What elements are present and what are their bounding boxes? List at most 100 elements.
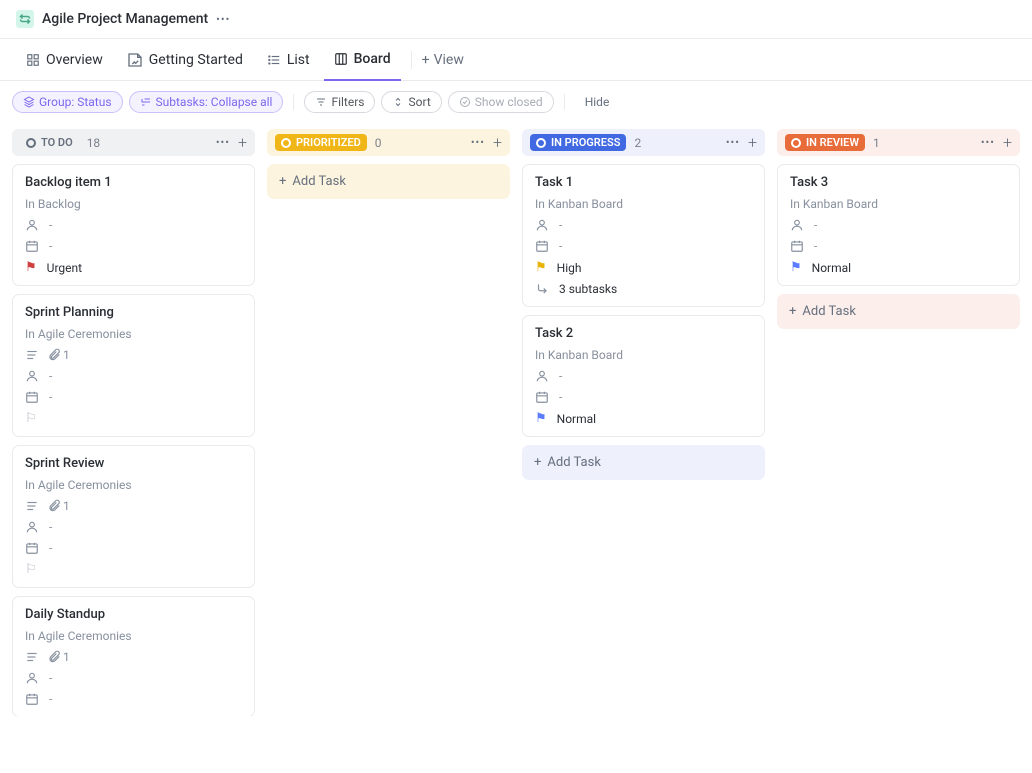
- task-card[interactable]: Daily Standup In Agile Ceremonies 1 - -: [12, 596, 255, 716]
- card-location: In Agile Ceremonies: [25, 629, 242, 643]
- calendar-icon: [790, 239, 804, 253]
- column-header[interactable]: PRIORITIZED 0 ••• +: [267, 129, 510, 156]
- sort-label: Sort: [408, 95, 430, 109]
- column-count: 1: [873, 136, 880, 150]
- view-tabs: Overview Getting Started List Board + Vi…: [0, 39, 1032, 81]
- column-todo: TO DO 18 ••• + Backlog item 1 In Backlog…: [12, 129, 255, 750]
- description-icon: [25, 499, 39, 513]
- flag-icon: ⚑: [25, 260, 37, 275]
- column-header[interactable]: IN REVIEW 1 ••• +: [777, 129, 1020, 156]
- card-location: In Kanban Board: [535, 348, 752, 362]
- tab-getting-started[interactable]: Getting Started: [117, 39, 253, 81]
- plus-icon: +: [534, 455, 541, 470]
- column-header[interactable]: TO DO 18 ••• +: [12, 129, 255, 156]
- group-label: Group: Status: [39, 95, 112, 109]
- tab-overview[interactable]: Overview: [16, 39, 113, 81]
- card-location: In Kanban Board: [535, 197, 752, 211]
- status-label: IN REVIEW: [806, 136, 859, 149]
- card-location: In Backlog: [25, 197, 242, 211]
- date-value: -: [559, 239, 562, 253]
- column-add-icon[interactable]: +: [238, 135, 247, 151]
- group-pill[interactable]: Group: Status: [12, 91, 123, 113]
- plus-icon: +: [279, 174, 286, 189]
- tab-board[interactable]: Board: [324, 39, 401, 81]
- app-title: Agile Project Management: [42, 11, 208, 27]
- card-title: Sprint Review: [25, 456, 242, 471]
- status-circle-icon: [536, 138, 546, 148]
- column-more-icon[interactable]: •••: [981, 136, 995, 149]
- column-count: 2: [634, 136, 641, 150]
- date-value: -: [49, 541, 52, 555]
- add-view-button[interactable]: + View: [422, 52, 464, 68]
- show-closed-label: Show closed: [475, 95, 543, 109]
- status-badge: TO DO: [20, 134, 79, 151]
- add-task-button[interactable]: + Add Task: [267, 164, 510, 199]
- priority-value: High: [557, 261, 582, 275]
- calendar-icon: [25, 390, 39, 404]
- task-card[interactable]: Sprint Planning In Agile Ceremonies 1 - …: [12, 294, 255, 437]
- priority-value: Urgent: [47, 261, 82, 275]
- hide-button[interactable]: Hide: [585, 95, 610, 109]
- calendar-icon: [535, 239, 549, 253]
- calendar-icon: [25, 692, 39, 706]
- flag-icon: ⚑: [790, 260, 802, 275]
- attachment-count: 1: [63, 499, 70, 513]
- column-in-review: IN REVIEW 1 ••• + Task 3 In Kanban Board…: [777, 129, 1020, 750]
- filters-pill[interactable]: Filters: [304, 91, 375, 113]
- assignee-icon: [25, 520, 39, 534]
- card-title: Daily Standup: [25, 607, 242, 622]
- status-badge: PRIORITIZED: [275, 134, 367, 151]
- task-card[interactable]: Sprint Review In Agile Ceremonies 1 - - …: [12, 445, 255, 588]
- more-icon[interactable]: •••: [216, 13, 230, 26]
- filters-label: Filters: [331, 95, 364, 109]
- add-task-button[interactable]: + Add Task: [522, 445, 765, 480]
- card-location: In Kanban Board: [790, 197, 1007, 211]
- show-closed-pill[interactable]: Show closed: [448, 91, 554, 113]
- tab-label: Board: [354, 51, 391, 67]
- column-add-icon[interactable]: +: [493, 135, 502, 151]
- date-value: -: [559, 390, 562, 404]
- description-icon: [25, 348, 39, 362]
- subtasks-value: 3 subtasks: [559, 282, 617, 296]
- task-card[interactable]: Task 1 In Kanban Board - - ⚑High 3 subta…: [522, 164, 765, 307]
- calendar-icon: [535, 390, 549, 404]
- column-more-icon[interactable]: •••: [726, 136, 740, 149]
- column-body: Task 3 In Kanban Board - - ⚑Normal + Add…: [777, 156, 1020, 329]
- column-in-progress: IN PROGRESS 2 ••• + Task 1 In Kanban Boa…: [522, 129, 765, 750]
- task-card[interactable]: Backlog item 1 In Backlog - - ⚑Urgent: [12, 164, 255, 286]
- task-card[interactable]: Task 3 In Kanban Board - - ⚑Normal: [777, 164, 1020, 286]
- add-view-label: View: [434, 52, 464, 68]
- column-add-icon[interactable]: +: [1003, 135, 1012, 151]
- tab-label: List: [287, 52, 310, 68]
- sort-pill[interactable]: Sort: [381, 91, 441, 113]
- assignee-icon: [535, 369, 549, 383]
- card-location: In Agile Ceremonies: [25, 327, 242, 341]
- task-card[interactable]: Task 2 In Kanban Board - - ⚑Normal: [522, 315, 765, 437]
- column-add-icon[interactable]: +: [748, 135, 757, 151]
- subtasks-icon: [535, 282, 549, 296]
- column-more-icon[interactable]: •••: [216, 136, 230, 149]
- date-value: -: [49, 239, 52, 253]
- column-header[interactable]: IN PROGRESS 2 ••• +: [522, 129, 765, 156]
- attachment-icon: [47, 650, 61, 664]
- description-icon: [25, 650, 39, 664]
- assignee-value: -: [49, 218, 52, 232]
- assignee-icon: [25, 671, 39, 685]
- calendar-icon: [25, 541, 39, 555]
- column-more-icon[interactable]: •••: [471, 136, 485, 149]
- card-location: In Agile Ceremonies: [25, 478, 242, 492]
- date-value: -: [814, 239, 817, 253]
- status-badge: IN PROGRESS: [530, 134, 626, 151]
- column-count: 0: [375, 136, 382, 150]
- subtasks-pill[interactable]: Subtasks: Collapse all: [129, 91, 284, 113]
- card-title: Task 3: [790, 175, 1007, 190]
- tab-label: Getting Started: [149, 52, 243, 68]
- tab-list[interactable]: List: [257, 39, 320, 81]
- calendar-icon: [25, 239, 39, 253]
- app-header: Agile Project Management •••: [0, 0, 1032, 39]
- assignee-icon: [25, 369, 39, 383]
- separator: [293, 94, 294, 110]
- separator: [411, 51, 412, 69]
- add-task-button[interactable]: + Add Task: [777, 294, 1020, 329]
- flag-icon: ⚐: [25, 411, 37, 426]
